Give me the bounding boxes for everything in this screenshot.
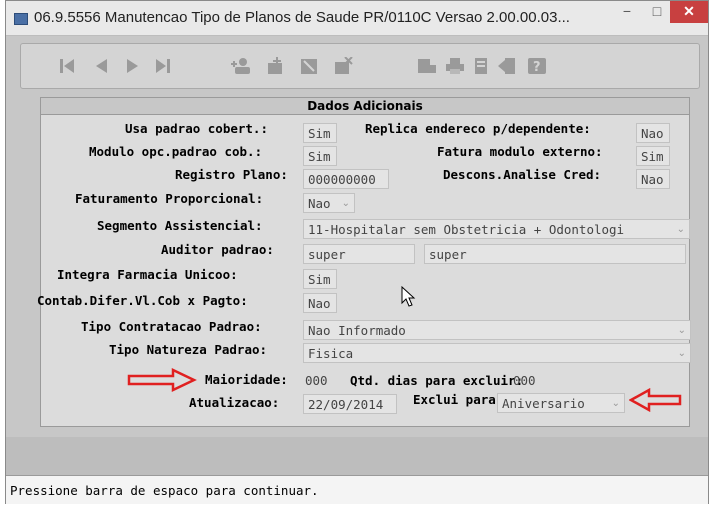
toolbar: ?	[20, 43, 700, 89]
red-arrow-right-annotation	[127, 368, 197, 392]
descons-analise-label: Descons.Analise Cred:	[443, 167, 602, 182]
qtd-dias-excluir-label: Qtd. dias para excluir:	[350, 373, 524, 388]
integra-farmacia-field[interactable]: Sim	[303, 269, 337, 289]
exit-icon[interactable]	[497, 56, 517, 76]
fatura-modulo-label: Fatura modulo externo:	[437, 144, 603, 159]
next-record-icon[interactable]	[123, 56, 143, 76]
auditor-padrao-label: Auditor padrao:	[161, 242, 274, 257]
tipo-contratacao-label: Tipo Contratacao Padrao:	[81, 319, 262, 334]
svg-text:?: ?	[533, 60, 541, 75]
exclui-para-label: Exclui para:	[413, 392, 504, 407]
tipo-contratacao-value: Nao Informado	[308, 323, 406, 338]
delete-icon[interactable]	[333, 56, 353, 76]
auditor-padrao-name-field: super	[424, 244, 686, 264]
segmento-assistencial-select[interactable]: 11-Hospitalar sem Obstetricia + Odontolo…	[303, 219, 690, 239]
faturamento-proporcional-select[interactable]: Nao ⌄	[303, 193, 355, 213]
tipo-natureza-value: Fisica	[308, 346, 354, 361]
first-record-icon[interactable]	[57, 56, 77, 76]
chevron-down-icon: ⌄	[677, 325, 686, 336]
chevron-down-icon: ⌄	[677, 348, 686, 359]
close-button[interactable]: ✕	[670, 1, 708, 23]
panel-title: Dados Adicionais	[41, 98, 689, 115]
window-title: 06.9.5556 Manutencao Tipo de Planos de S…	[34, 9, 570, 26]
tipo-contratacao-select[interactable]: Nao Informado ⌄	[303, 320, 691, 340]
red-arrow-left-annotation	[629, 388, 682, 412]
usa-padrao-field[interactable]: Sim	[303, 123, 337, 143]
replica-endereco-label: Replica endereco p/dependente:	[365, 121, 591, 136]
segmento-assistencial-label: Segmento Assistencial:	[97, 218, 263, 233]
exclui-para-value: Aniversario	[502, 396, 585, 411]
status-strip	[6, 437, 708, 475]
maximize-button[interactable]: □	[644, 1, 670, 23]
exclui-para-select[interactable]: Aniversario ⌄	[497, 393, 625, 413]
tipo-natureza-label: Tipo Natureza Padrao:	[109, 342, 268, 357]
qtd-dias-excluir-field[interactable]: 000	[511, 371, 541, 391]
usa-padrao-label: Usa padrao cobert.:	[125, 121, 268, 136]
maioridade-field[interactable]: 000	[303, 371, 331, 391]
registro-plano-label: Registro Plano:	[175, 167, 288, 182]
title-bar: 06.9.5556 Manutencao Tipo de Planos de S…	[6, 1, 708, 36]
contab-difer-field[interactable]: Nao	[303, 293, 337, 313]
copy-icon[interactable]	[471, 56, 491, 76]
prev-record-icon[interactable]	[91, 56, 111, 76]
app-icon	[14, 13, 28, 25]
help-icon[interactable]: ?	[527, 56, 547, 76]
app-window: 06.9.5556 Manutencao Tipo de Planos de S…	[5, 0, 709, 504]
filter-icon[interactable]	[417, 56, 437, 76]
modulo-opc-field[interactable]: Sim	[303, 146, 337, 166]
registro-plano-field[interactable]: 000000000	[303, 169, 389, 189]
modulo-opc-label: Modulo opc.padrao cob.:	[89, 144, 263, 159]
fatura-modulo-field[interactable]: Sim	[636, 146, 670, 166]
auditor-padrao-code-field[interactable]: super	[303, 244, 415, 264]
faturamento-proporcional-label: Faturamento Proporcional:	[75, 191, 264, 206]
segmento-assistencial-value: 11-Hospitalar sem Obstetricia + Odontolo…	[308, 222, 625, 237]
chevron-down-icon: ⌄	[611, 398, 620, 409]
maioridade-label: Maioridade:	[205, 372, 288, 387]
print-icon[interactable]	[445, 56, 465, 76]
atualizacao-label: Atualizacao:	[189, 395, 280, 410]
faturamento-proporcional-value: Nao	[308, 196, 331, 211]
minimize-button[interactable]: −	[614, 1, 640, 23]
mouse-cursor-icon	[401, 286, 416, 307]
chevron-down-icon: ⌄	[676, 224, 685, 235]
chevron-down-icon: ⌄	[341, 198, 350, 209]
integra-farmacia-label: Integra Farmacia Unicoo:	[57, 267, 238, 282]
descons-analise-field[interactable]: Nao	[636, 169, 670, 189]
add-icon[interactable]	[265, 56, 285, 76]
status-bar: Pressione barra de espaco para continuar…	[6, 475, 708, 504]
add-user-icon[interactable]	[231, 56, 251, 76]
edit-icon[interactable]	[299, 56, 319, 76]
replica-endereco-field[interactable]: Nao	[636, 123, 670, 143]
last-record-icon[interactable]	[153, 56, 173, 76]
atualizacao-field[interactable]: 22/09/2014	[303, 394, 397, 414]
dados-adicionais-panel: Dados Adicionais Usa padrao cobert.: Sim…	[37, 97, 691, 427]
tipo-natureza-select[interactable]: Fisica ⌄	[303, 343, 691, 363]
contab-difer-label: Contab.Difer.Vl.Cob x Pagto:	[37, 293, 248, 308]
